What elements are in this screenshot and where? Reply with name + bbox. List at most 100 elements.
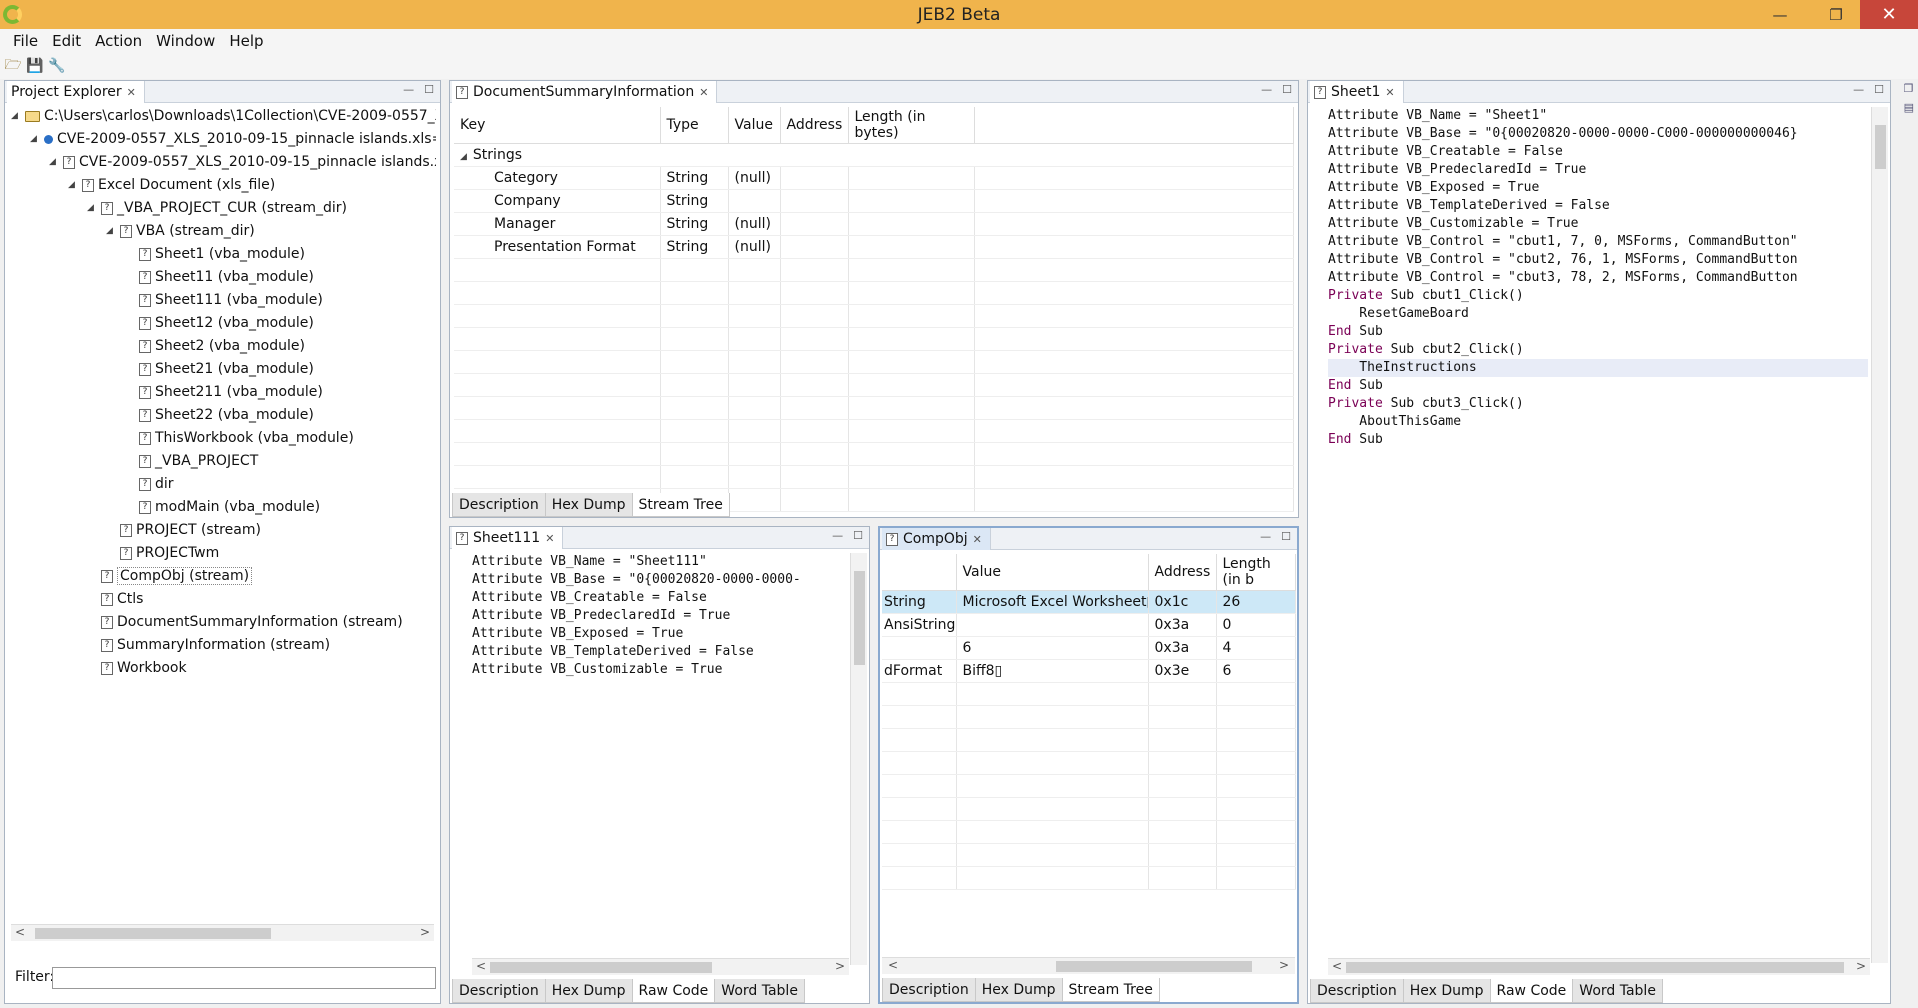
minimize-panel-icon[interactable]: — [832,529,843,542]
column-header[interactable]: Value [728,107,781,144]
tab-sheet111[interactable]: ? Sheet111 ✕ [452,527,564,549]
column-header[interactable]: Length (in bytes) [848,107,975,144]
horizontal-scrollbar[interactable]: < > [11,924,434,941]
table-row[interactable] [454,281,1294,305]
maximize-panel-icon[interactable]: ☐ [1282,83,1292,96]
table-row[interactable] [454,419,1294,443]
wrench-icon[interactable]: 🔧 [48,57,66,75]
close-button[interactable]: ✕ [1860,0,1918,29]
table-row[interactable] [882,682,1296,706]
save-icon[interactable]: 💾 [26,57,44,75]
tree-item[interactable]: ? PROJECT (stream) [106,521,261,539]
tree-item[interactable]: ? Sheet111 (vba_module) [125,291,323,309]
horizontal-scrollbar[interactable]: < > [1328,958,1870,975]
menu-window[interactable]: Window [149,32,222,50]
table-row[interactable] [882,774,1296,798]
tab-document-summary[interactable]: ? DocumentSummaryInformation ✕ [452,81,718,103]
tab-word-table[interactable]: Word Table [714,979,805,1003]
table-row[interactable]: dFormat Biff8▯ 0x3e 6 [882,659,1296,683]
vertical-scrollbar[interactable] [1871,107,1888,963]
tree-item[interactable]: ◢? _VBA_PROJECT_CUR (stream_dir) [87,199,347,217]
column-header[interactable]: Length (in b [1216,554,1296,591]
table-row[interactable] [882,843,1296,867]
table-row[interactable] [454,373,1294,397]
scroll-thumb[interactable] [1056,961,1252,972]
tab-raw-code[interactable]: Raw Code [631,979,716,1003]
table-row[interactable] [454,258,1294,282]
tree-item[interactable]: ◢? CVE-2009-0557_XLS_2010-09-15_pinnacle … [49,153,436,171]
expand-arrow-icon[interactable]: ◢ [106,226,116,236]
scroll-right-icon[interactable]: > [835,959,845,973]
maximize-panel-icon[interactable]: ☐ [853,529,863,542]
code-editor[interactable]: Attribute VB_Name = "Sheet1" Attribute VB… [1328,107,1868,957]
tree-item[interactable]: ? Sheet22 (vba_module) [125,406,314,424]
minimize-panel-icon[interactable]: — [1260,530,1271,543]
table-row[interactable] [882,797,1296,821]
tab-compobj[interactable]: ? CompObj ✕ [882,528,991,550]
table-row[interactable]: AnsiString 0x3a 0 [882,613,1296,637]
tree-item[interactable]: ? Workbook [87,659,187,677]
tree-item[interactable]: ? modMain (vba_module) [125,498,320,516]
tab-hex-dump[interactable]: Hex Dump [1402,979,1491,1003]
table-row[interactable] [882,728,1296,752]
horizontal-scrollbar[interactable]: < > [882,957,1295,974]
tab-close-icon[interactable]: ✕ [1385,86,1394,99]
tree-item[interactable]: ? SummaryInformation (stream) [87,636,330,654]
maximize-button[interactable]: ❐ [1814,0,1858,29]
expand-arrow-icon[interactable]: ◢ [68,180,78,190]
column-header[interactable]: Key [454,107,661,144]
table-row[interactable]: String Microsoft Excel Worksheet▯ 0x1c 26 [882,590,1296,614]
tab-raw-code[interactable]: Raw Code [1489,979,1574,1003]
maximize-panel-icon[interactable]: ☐ [1874,83,1884,96]
tree-item[interactable]: ? Sheet1 (vba_module) [125,245,305,263]
minimize-button[interactable]: — [1758,0,1802,29]
table-row[interactable] [882,866,1296,890]
expand-arrow-icon[interactable]: ◢ [87,203,97,213]
column-header[interactable]: Address [780,107,849,144]
menu-file[interactable]: File [6,32,45,50]
table-row[interactable] [882,751,1296,775]
tree-item[interactable]: ? Ctls [87,590,143,608]
tab-close-icon[interactable]: ✕ [545,532,554,545]
scroll-left-icon[interactable]: < [476,959,486,973]
open-folder-icon[interactable]: 🗁 [4,57,22,75]
tab-description[interactable]: Description [452,979,546,1003]
collapse-arrow-icon[interactable]: ◢ [460,152,467,162]
tab-stream-tree[interactable]: Stream Tree [631,493,730,517]
scroll-right-icon[interactable]: > [1279,958,1289,972]
tree-item[interactable]: ? dir [125,475,174,493]
table-row[interactable] [454,327,1294,351]
expand-arrow-icon[interactable]: ◢ [30,134,40,144]
tab-close-icon[interactable]: ✕ [127,86,136,99]
scroll-right-icon[interactable]: > [420,925,430,939]
table-row[interactable]: 6 0x3a 4 [882,636,1296,660]
tab-description[interactable]: Description [1310,979,1404,1003]
scroll-thumb[interactable] [490,962,712,973]
tree-item[interactable]: ? Sheet211 (vba_module) [125,383,323,401]
restore-view-icon[interactable]: ❐ [1904,82,1914,95]
group-row[interactable]: ◢ Strings [454,143,1294,167]
tree-item[interactable]: ? Sheet21 (vba_module) [125,360,314,378]
table-row[interactable] [454,350,1294,374]
minimize-panel-icon[interactable]: — [1853,83,1864,96]
scroll-thumb[interactable] [1875,125,1886,169]
column-header[interactable]: Address [1148,554,1217,591]
maximize-panel-icon[interactable]: ☐ [1281,530,1291,543]
tab-close-icon[interactable]: ✕ [699,86,708,99]
maximize-panel-icon[interactable]: ☐ [424,83,434,96]
tab-description[interactable]: Description [452,493,546,517]
code-editor[interactable]: Attribute VB_Name = "Sheet111" Attribute … [472,553,847,963]
table-row[interactable]: Category String (null) [454,166,1294,190]
table-row[interactable] [454,465,1294,489]
tab-hex-dump[interactable]: Hex Dump [544,493,633,517]
tree-item[interactable]: ? Sheet11 (vba_module) [125,268,314,286]
menu-help[interactable]: Help [222,32,270,50]
column-header[interactable]: Type [660,107,729,144]
scroll-thumb[interactable] [1346,962,1844,973]
tab-description[interactable]: Description [882,978,976,1002]
tree-item[interactable]: ? Sheet2 (vba_module) [125,337,305,355]
scroll-right-icon[interactable]: > [1856,959,1866,973]
tab-hex-dump[interactable]: Hex Dump [544,979,633,1003]
tree-item[interactable]: ? _VBA_PROJECT [125,452,258,470]
scroll-left-icon[interactable]: < [1332,959,1342,973]
